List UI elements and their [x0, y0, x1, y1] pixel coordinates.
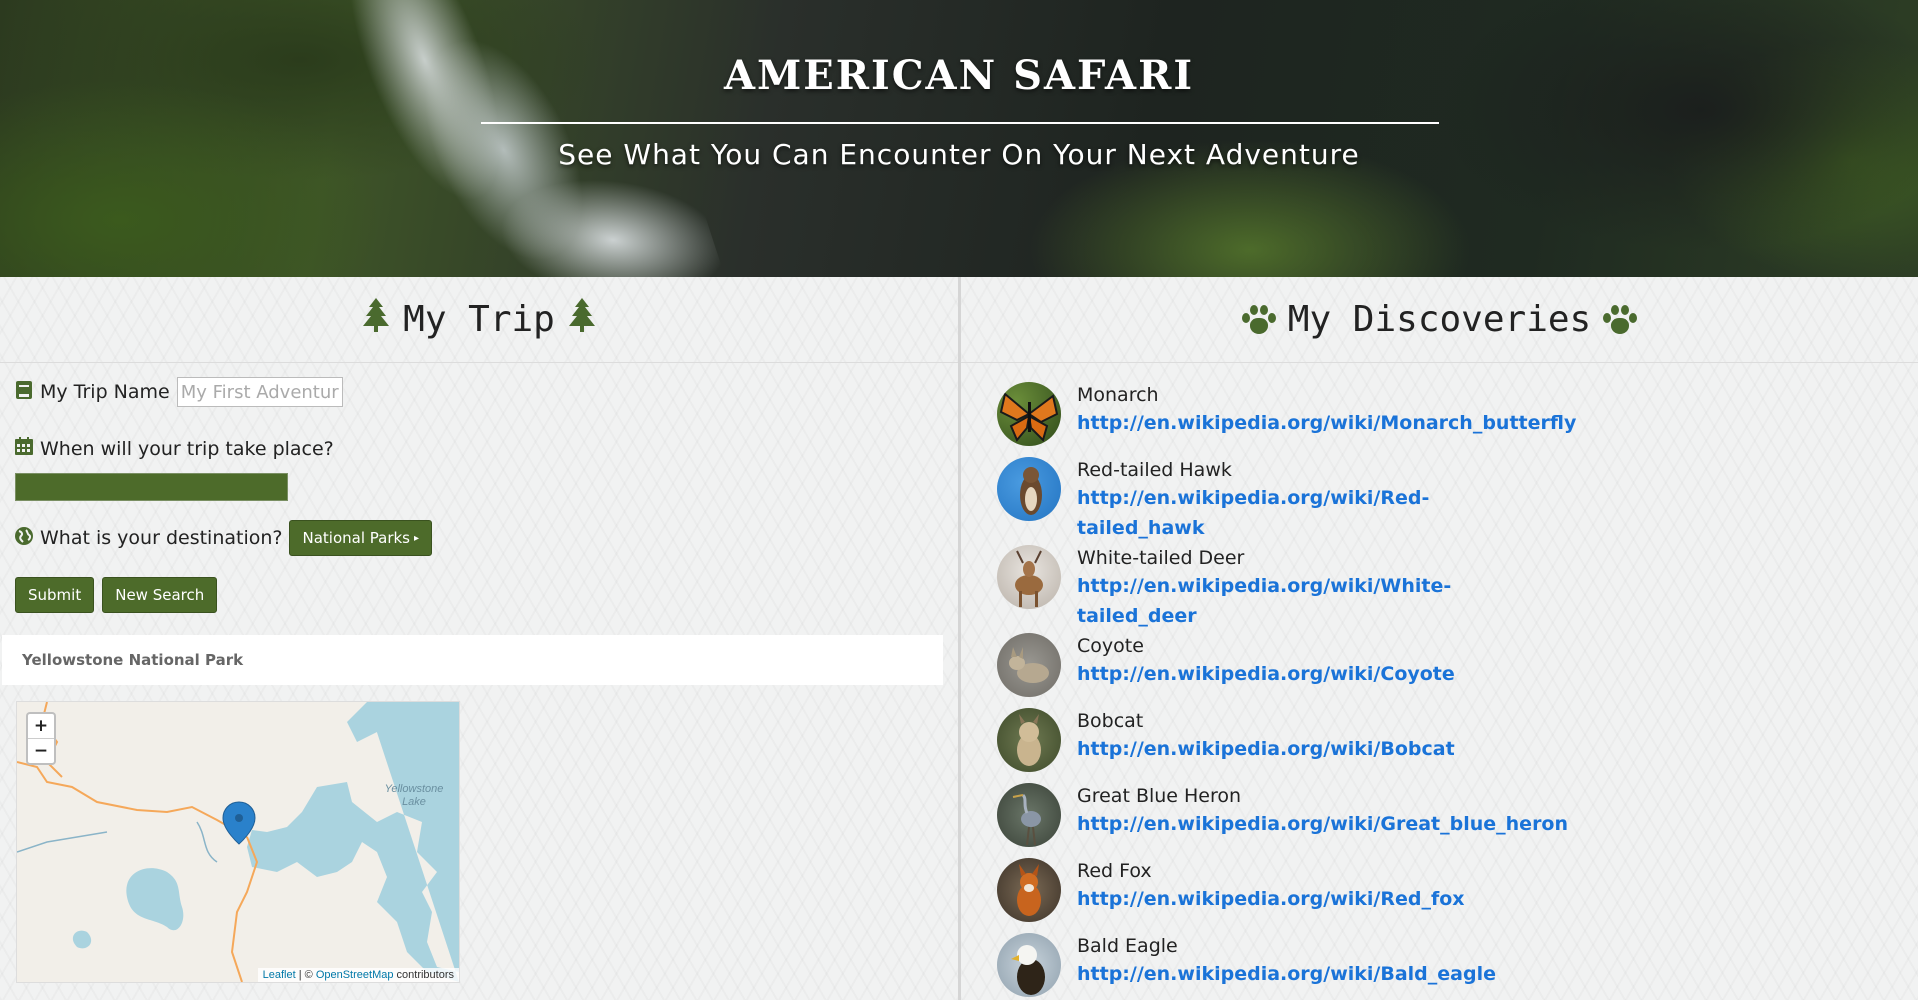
book-icon [15, 380, 33, 404]
my-trip-header: My Trip [0, 277, 958, 363]
discovery-link-line[interactable]: http://en.wikipedia.org/wiki/Coyote [1077, 659, 1497, 689]
globe-icon [15, 526, 33, 550]
trip-name-input[interactable] [176, 377, 343, 407]
discovery-name: Bald Eagle [1077, 935, 1178, 957]
submit-button[interactable]: Submit [15, 577, 95, 613]
discovery-link[interactable]: http://en.wikipedia.org/wiki/Great_blue_… [1077, 809, 1568, 839]
national-parks-dropdown[interactable]: National Parks ▸ [289, 520, 433, 556]
discovery-name: Great Blue Heron [1077, 785, 1242, 807]
bobcat-photo [997, 708, 1061, 772]
discovery-item: Bald Eagle http://en.wikipedia.org/wiki/… [997, 933, 1497, 997]
my-discoveries-title: My Discoveries [1287, 299, 1592, 340]
tree-icon [568, 298, 595, 341]
zoom-in-button[interactable]: + [28, 714, 54, 739]
discovery-link-line[interactable]: http://en.wikipedia.org/wiki/Bald_eagle [1077, 959, 1497, 989]
discovery-name: Coyote [1077, 635, 1144, 657]
discovery-name: Monarch [1077, 384, 1159, 406]
zoom-control: + − [26, 712, 56, 765]
discovery-name: White-tailed Deer [1077, 547, 1245, 569]
discovery-link-line[interactable]: http://en.wikipedia.org/wiki/Bobcat [1077, 734, 1497, 764]
discovery-item: Red-tailed Hawk http://en.wikipedia.org/… [997, 457, 1497, 543]
discovery-item: Red Fox http://en.wikipedia.org/wiki/Red… [997, 858, 1497, 922]
discovery-item: Monarch http://en.wikipedia.org/wiki/Mon… [997, 382, 1576, 446]
discovery-item: White-tailed Deer http://en.wikipedia.or… [997, 545, 1497, 631]
trip-name-row: My Trip Name [15, 377, 343, 407]
discovery-name: Bobcat [1077, 710, 1144, 732]
site-title: AMERICAN SAFARI [723, 52, 1195, 99]
map-tiles: Yellowstone Lake [17, 702, 459, 982]
discovery-link[interactable]: http://en.wikipedia.org/wiki/Monarch_but… [1077, 408, 1576, 438]
national-parks-label: National Parks [302, 529, 410, 547]
my-discoveries-panel: My Discoveries Monarch http://en.wikiped… [961, 277, 1918, 1000]
attribution-suffix: contributors [393, 969, 454, 981]
trip-date-picker[interactable] [15, 473, 288, 501]
map-attribution: Leaflet | © OpenStreetMap contributors [257, 968, 459, 982]
zoom-out-button[interactable]: − [28, 739, 54, 763]
lake-label-line2: Lake [402, 796, 426, 808]
coyote-photo [997, 633, 1061, 697]
discovery-link[interactable]: http://en.wikipedia.org/wiki/White- tail… [1077, 571, 1497, 631]
red-fox-photo [997, 858, 1061, 922]
new-search-button[interactable]: New Search [102, 577, 218, 613]
discovery-link-line[interactable]: http://en.wikipedia.org/wiki/Monarch_but… [1077, 408, 1576, 438]
red-tailed-hawk-photo [997, 457, 1061, 521]
openstreetmap-link[interactable]: OpenStreetMap [316, 969, 394, 981]
monarch-butterfly-photo [997, 382, 1061, 446]
discovery-link[interactable]: http://en.wikipedia.org/wiki/Red_fox [1077, 884, 1497, 914]
discovery-name: Red-tailed Hawk [1077, 459, 1232, 481]
paw-icon [1241, 304, 1276, 336]
discovery-item: Great Blue Heron http://en.wikipedia.org… [997, 783, 1568, 847]
paw-icon [1603, 304, 1638, 336]
my-trip-title: My Trip [403, 299, 555, 340]
my-discoveries-header: My Discoveries [961, 277, 1918, 363]
park-map[interactable]: Yellowstone Lake + − Leaflet | © OpenStr… [16, 701, 460, 983]
site-subtitle: See What You Can Encounter On Your Next … [558, 138, 1360, 171]
attribution-separator: | © [295, 969, 316, 981]
trip-date-row: When will your trip take place? [15, 437, 341, 460]
great-blue-heron-photo [997, 783, 1061, 847]
destination-label: What is your destination? [40, 527, 283, 549]
leaflet-link[interactable]: Leaflet [263, 969, 296, 981]
caret-right-icon: ▸ [414, 532, 420, 544]
lake-label-line1: Yellowstone [385, 783, 444, 795]
discovery-name: Red Fox [1077, 860, 1152, 882]
trip-actions: Submit New Search [15, 577, 218, 613]
destination-row: What is your destination? National Parks… [15, 520, 433, 556]
discovery-link-line[interactable]: http://en.wikipedia.org/wiki/White- [1077, 571, 1497, 601]
trip-name-label: My Trip Name [40, 381, 170, 403]
discovery-item: Coyote http://en.wikipedia.org/wiki/Coyo… [997, 633, 1497, 697]
discovery-link-line[interactable]: tailed_hawk [1077, 513, 1497, 543]
white-tailed-deer-photo [997, 545, 1061, 609]
calendar-icon [15, 437, 33, 460]
discovery-link-line[interactable]: http://en.wikipedia.org/wiki/Red- [1077, 483, 1497, 513]
discovery-link[interactable]: http://en.wikipedia.org/wiki/Coyote [1077, 659, 1497, 689]
discovery-item: Bobcat http://en.wikipedia.org/wiki/Bobc… [997, 708, 1497, 772]
bald-eagle-photo [997, 933, 1061, 997]
title-divider [481, 122, 1439, 124]
discovery-link[interactable]: http://en.wikipedia.org/wiki/Red- tailed… [1077, 483, 1497, 543]
tree-icon [363, 298, 390, 341]
trip-date-label: When will your trip take place? [40, 437, 334, 460]
discovery-link-line[interactable]: http://en.wikipedia.org/wiki/Great_blue_… [1077, 809, 1568, 839]
discovery-link[interactable]: http://en.wikipedia.org/wiki/Bobcat [1077, 734, 1497, 764]
discovery-link[interactable]: http://en.wikipedia.org/wiki/Bald_eagle [1077, 959, 1497, 989]
hero-banner: AMERICAN SAFARI See What You Can Encount… [0, 0, 1918, 277]
selected-park-name: Yellowstone National Park [2, 635, 943, 685]
discovery-link-line[interactable]: http://en.wikipedia.org/wiki/Red_fox [1077, 884, 1497, 914]
discovery-link-line[interactable]: tailed_deer [1077, 601, 1497, 631]
